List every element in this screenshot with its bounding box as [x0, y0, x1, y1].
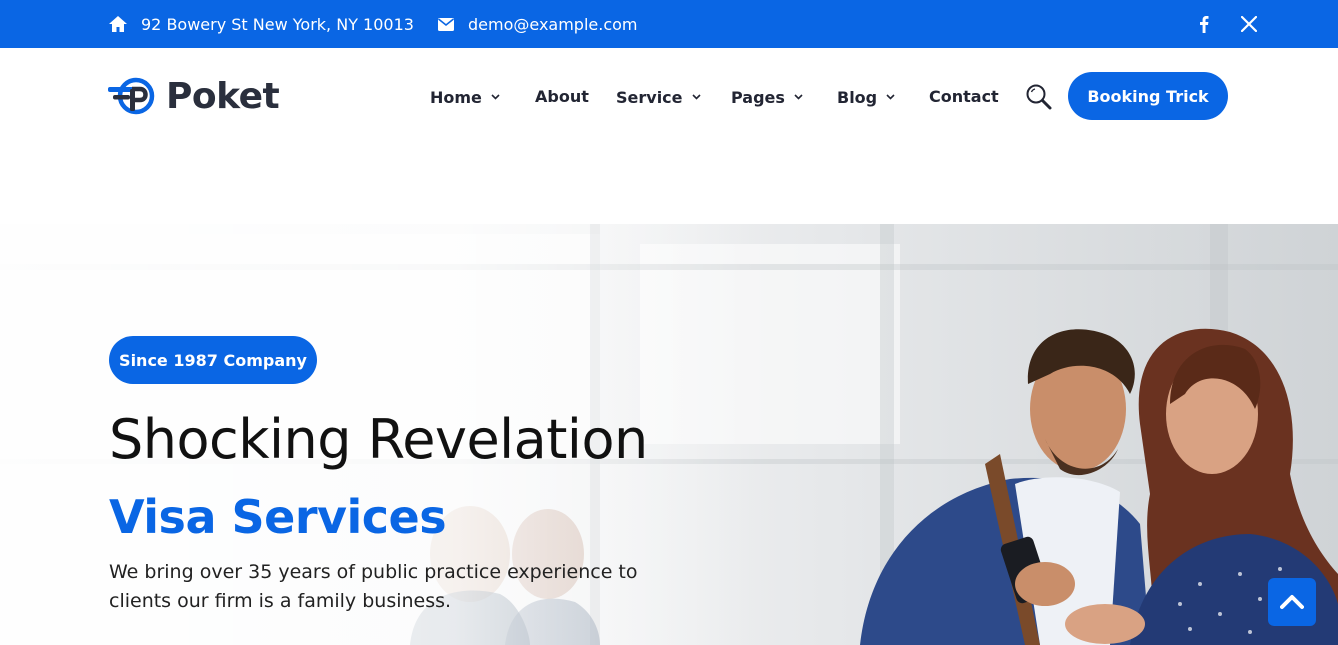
- main-header: Poket Home About Service Pages Blog Cont…: [0, 48, 1338, 144]
- search-icon: [1026, 84, 1052, 110]
- chevron-down-icon: [886, 94, 895, 100]
- chevron-down-icon: [491, 94, 500, 100]
- nav-label: About: [535, 86, 589, 106]
- x-link[interactable]: [1241, 0, 1257, 48]
- home-icon: [109, 16, 127, 32]
- search-button[interactable]: [1025, 83, 1053, 111]
- booking-button[interactable]: Booking Trick: [1068, 72, 1228, 120]
- envelope-icon: [438, 17, 454, 31]
- nav-service[interactable]: Service: [616, 84, 701, 110]
- x-twitter-icon: [1241, 16, 1257, 32]
- logo-text: Poket: [166, 75, 280, 117]
- nav-label: Contact: [929, 86, 999, 106]
- address-text: 92 Bowery St New York, NY 10013: [141, 14, 414, 34]
- hero-description: We bring over 35 years of public practic…: [109, 561, 638, 612]
- nav-contact[interactable]: Contact: [929, 83, 999, 109]
- since-badge: Since 1987 Company: [109, 336, 317, 384]
- nav-label: Blog: [837, 87, 878, 107]
- nav-label: Pages: [731, 87, 785, 107]
- chevron-down-icon: [691, 94, 701, 100]
- scroll-to-top-button[interactable]: [1268, 578, 1316, 626]
- chevron-down-icon: [794, 94, 803, 100]
- nav-label: Service: [616, 87, 683, 107]
- nav-home[interactable]: Home: [430, 84, 500, 110]
- facebook-link[interactable]: [1199, 0, 1209, 48]
- nav-label: Home: [430, 87, 482, 107]
- top-bar: 92 Bowery St New York, NY 10013 demo@exa…: [0, 0, 1338, 48]
- chevron-up-icon: [1280, 595, 1304, 609]
- email-info[interactable]: demo@example.com: [438, 0, 638, 48]
- hero-subtitle: Visa Services: [109, 490, 447, 544]
- nav-pages[interactable]: Pages: [731, 84, 803, 110]
- facebook-icon: [1200, 16, 1209, 33]
- hero-section: Since 1987 Company Shocking Revelation V…: [0, 224, 1338, 645]
- nav-blog[interactable]: Blog: [837, 84, 895, 110]
- hero-title: Shocking Revelation: [109, 408, 648, 471]
- nav-about[interactable]: About: [535, 83, 589, 109]
- email-text[interactable]: demo@example.com: [468, 15, 638, 34]
- logo[interactable]: Poket: [108, 74, 280, 118]
- logo-mark-icon: [108, 77, 155, 115]
- address-info: 92 Bowery St New York, NY 10013: [108, 0, 414, 48]
